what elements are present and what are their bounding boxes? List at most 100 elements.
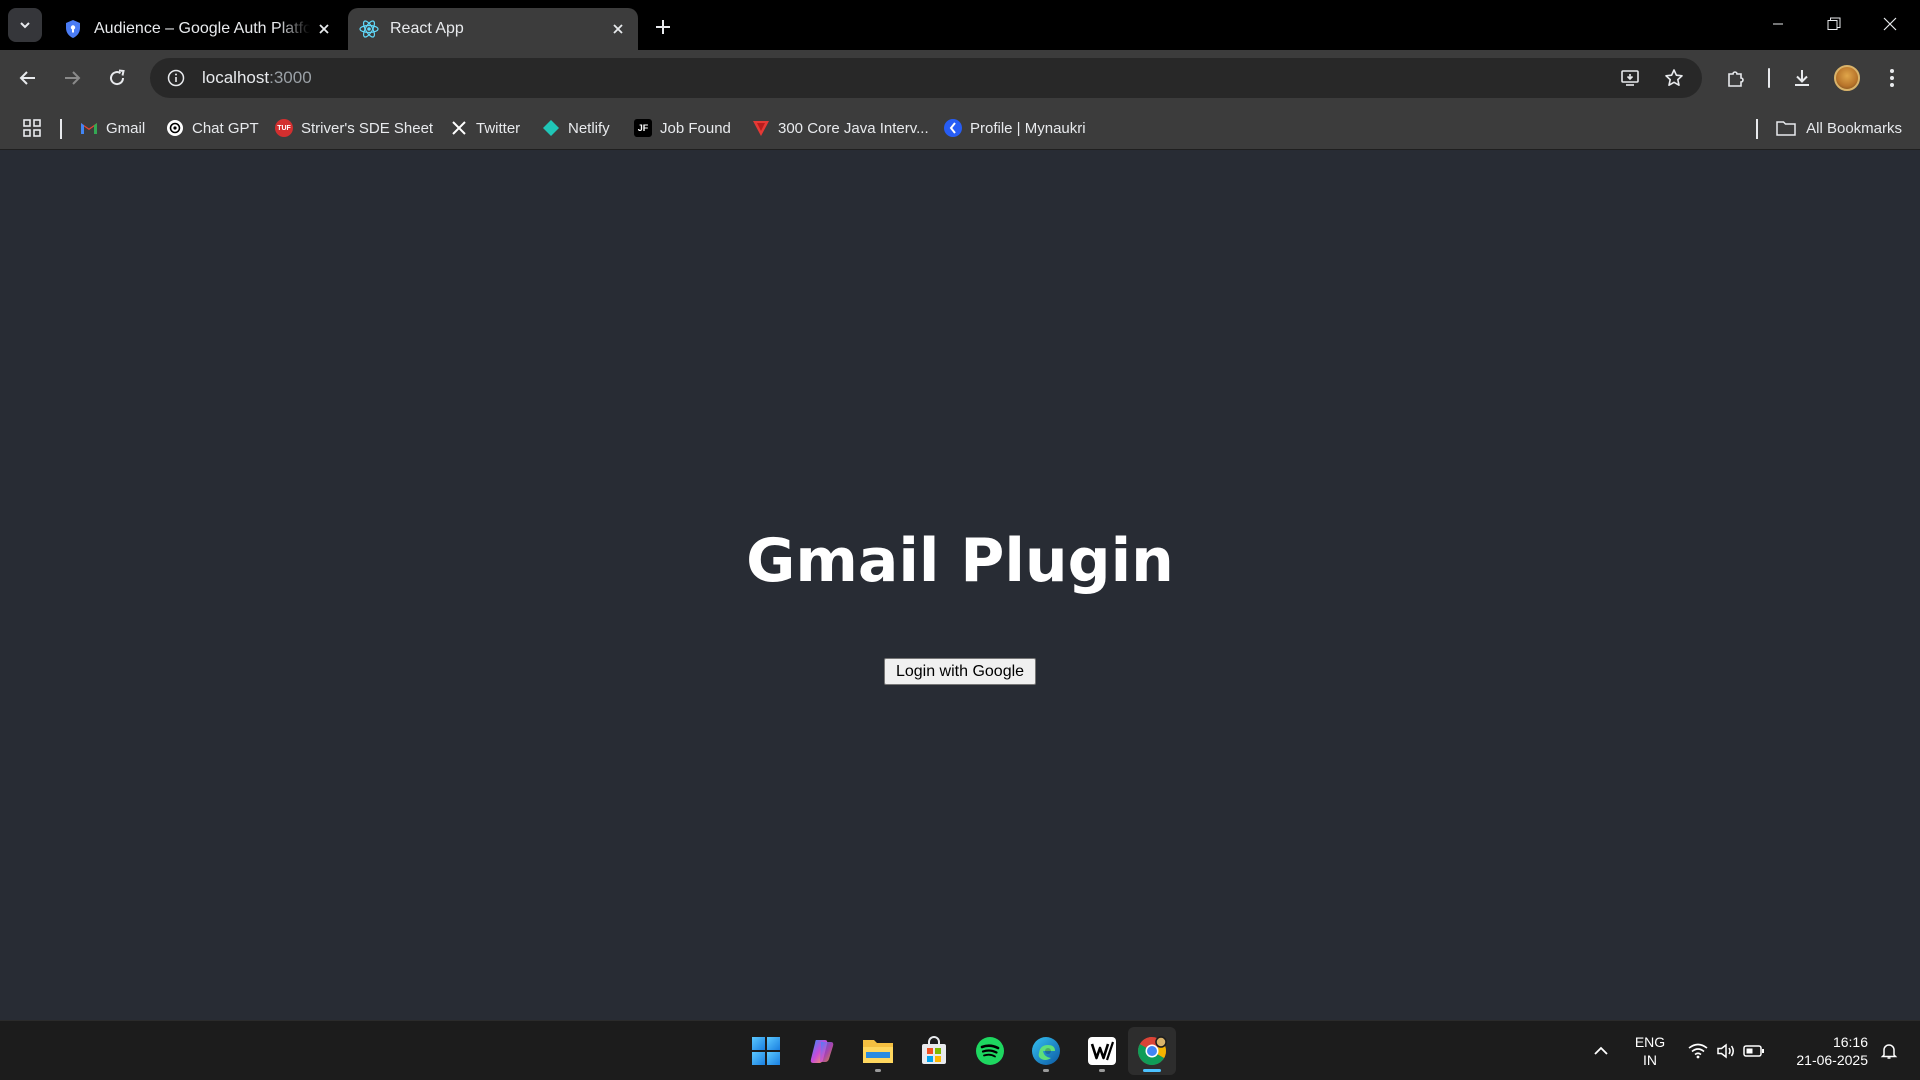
taskbar-microsoft-store[interactable]: [910, 1027, 958, 1075]
login-with-google-button[interactable]: Login with Google: [884, 658, 1036, 685]
jf-icon: JF: [634, 119, 652, 137]
toolbar-divider: [1768, 68, 1770, 88]
taskbar-copilot[interactable]: [798, 1027, 846, 1075]
notifications-button[interactable]: [1874, 1021, 1904, 1080]
battery-icon: [1743, 1045, 1764, 1057]
volume-status[interactable]: [1712, 1021, 1740, 1080]
taskbar-spotify[interactable]: [966, 1027, 1014, 1075]
tab-react-app[interactable]: React App: [348, 8, 638, 50]
bookmark-label: Profile | Mynaukri: [970, 119, 1086, 137]
apps-button[interactable]: [18, 114, 46, 142]
wifi-icon: [1688, 1043, 1708, 1059]
taskbar-file-explorer[interactable]: [854, 1027, 902, 1075]
show-hidden-icons-button[interactable]: [1586, 1021, 1616, 1080]
taskbar-wps[interactable]: [1078, 1027, 1126, 1075]
puzzle-icon: [1728, 71, 1744, 87]
restore-button[interactable]: [1806, 0, 1862, 48]
browser-toolbar: localhost:3000: [0, 50, 1920, 106]
start-button[interactable]: [742, 1027, 790, 1075]
file-explorer-icon: [863, 1040, 893, 1063]
arrow-left-icon: [19, 71, 35, 85]
java-icon: [752, 119, 770, 137]
tab-search-button[interactable]: [8, 8, 42, 42]
gmail-icon: [80, 119, 98, 137]
bookmark-core-java[interactable]: 300 Core Java Interv...: [752, 114, 929, 142]
bookmarks-divider: [60, 119, 62, 139]
bookmark-job-found[interactable]: JF Job Found: [634, 114, 731, 142]
new-tab-button[interactable]: [648, 12, 678, 42]
language-code: ENG: [1634, 1034, 1666, 1050]
address-bar[interactable]: localhost:3000: [150, 58, 1702, 98]
forward-button[interactable]: [54, 60, 90, 96]
netlify-icon: [542, 119, 560, 137]
bookmark-label: Job Found: [660, 119, 731, 137]
running-indicator: [1143, 1069, 1161, 1072]
chrome-menu-button[interactable]: [1874, 60, 1910, 96]
running-indicator: [875, 1069, 881, 1072]
bookmark-netlify[interactable]: Netlify: [542, 114, 610, 142]
page-viewport: Gmail Plugin Login with Google: [0, 151, 1920, 1020]
chevron-down-icon: [20, 22, 30, 29]
bookmark-label: Chat GPT: [192, 119, 259, 137]
tab-audience[interactable]: Audience – Google Auth Platform: [52, 8, 344, 50]
bookmarks-divider: [1756, 119, 1758, 139]
start-icon: [752, 1037, 780, 1065]
bookmark-label: Netlify: [568, 119, 610, 137]
reload-icon: [110, 69, 125, 86]
shield-icon: [62, 18, 84, 40]
tab-strip: Audience – Google Auth Platform React Ap…: [0, 0, 1920, 50]
clock-date: 21-06-2025: [1796, 1052, 1868, 1068]
tab-title: React App: [390, 20, 464, 37]
avatar: [1834, 65, 1860, 91]
extensions-button[interactable]: [1718, 60, 1754, 96]
taskbar-chrome[interactable]: [1128, 1027, 1176, 1075]
bell-icon: [1880, 1044, 1898, 1059]
restore-icon: [1827, 17, 1841, 30]
chatgpt-icon: [166, 119, 184, 137]
bookmark-chatgpt[interactable]: Chat GPT: [166, 114, 259, 142]
language-indicator[interactable]: ENG IN: [1628, 1033, 1672, 1069]
bookmark-label: Twitter: [476, 119, 521, 137]
copilot-icon: [810, 1040, 834, 1063]
language-region: IN: [1643, 1052, 1657, 1068]
bookmarks-bar: Gmail Chat GPT TUF Striver's SDE Sheet T…: [0, 106, 1920, 150]
downloads-button[interactable]: [1784, 60, 1820, 96]
page-title: Gmail Plugin: [746, 526, 1174, 596]
taskbar-clock[interactable]: 16:16 21-06-2025: [1782, 1033, 1868, 1069]
install-app-icon[interactable]: [1612, 60, 1648, 96]
bookmark-strivers-sde-sheet[interactable]: TUF Striver's SDE Sheet: [275, 114, 433, 142]
microsoft-store-icon: [922, 1036, 946, 1064]
taskbar-edge[interactable]: [1022, 1027, 1070, 1075]
back-button[interactable]: [10, 60, 46, 96]
bookmark-star-icon[interactable]: [1656, 60, 1692, 96]
minimize-button[interactable]: [1750, 0, 1806, 48]
all-bookmarks-label: All Bookmarks: [1806, 119, 1902, 137]
battery-status[interactable]: [1740, 1021, 1768, 1080]
close-window-button[interactable]: [1862, 0, 1918, 48]
volume-icon: [1717, 1043, 1734, 1059]
url-port: :3000: [269, 68, 312, 87]
bookmark-label: Striver's SDE Sheet: [301, 119, 434, 137]
windows-taskbar: ENG IN 16:16 21-06-2025: [0, 1020, 1920, 1080]
tuf-icon: TUF: [275, 119, 293, 137]
clock-time: 16:16: [1832, 1034, 1868, 1050]
bookmark-label: 300 Core Java Interv...: [778, 119, 929, 137]
close-tab-icon[interactable]: [310, 15, 338, 43]
bookmark-gmail[interactable]: Gmail: [80, 114, 145, 142]
wps-icon: [1088, 1037, 1116, 1065]
bookmark-twitter[interactable]: Twitter: [450, 114, 520, 142]
all-bookmarks-button[interactable]: All Bookmarks: [1776, 114, 1902, 142]
close-tab-icon[interactable]: [604, 15, 632, 43]
arrow-right-icon: [65, 71, 81, 85]
x-icon: [450, 119, 468, 137]
profile-button[interactable]: [1829, 60, 1865, 96]
reload-button[interactable]: [99, 60, 135, 96]
chrome-icon: [1138, 1036, 1167, 1065]
running-indicator: [1099, 1069, 1105, 1072]
plus-icon: [656, 20, 670, 34]
site-info-icon[interactable]: [156, 58, 196, 98]
bookmark-label: Gmail: [106, 119, 146, 137]
wifi-status[interactable]: [1684, 1021, 1712, 1080]
bookmark-mynaukri[interactable]: Profile | Mynaukri: [944, 114, 1086, 142]
chevron-up-icon: [1594, 1046, 1608, 1055]
